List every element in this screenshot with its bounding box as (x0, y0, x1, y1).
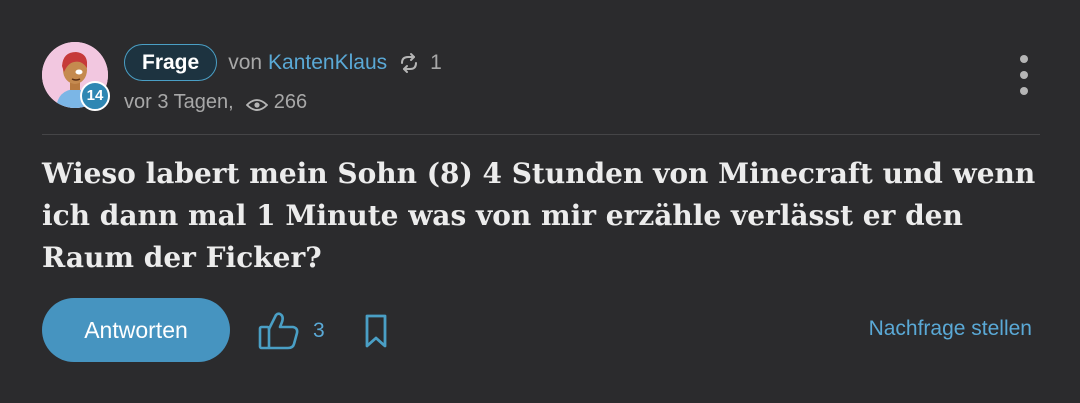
question-meta: Frage von KantenKlaus 1 (124, 42, 442, 83)
ask-followup-link[interactable]: Nachfrage stellen (869, 317, 1032, 341)
bookmark-icon (363, 314, 389, 353)
answer-button[interactable]: Antworten (42, 298, 230, 362)
like-button[interactable]: 3 (258, 311, 325, 351)
divider (42, 134, 1040, 135)
bookmark-button[interactable] (363, 313, 389, 349)
more-vertical-icon-dot (1020, 71, 1028, 79)
time-ago: vor 3 Tagen, (124, 90, 234, 113)
eye-icon (245, 95, 268, 111)
thumbs-up-icon (258, 311, 300, 351)
author-link[interactable]: KantenKlaus (268, 51, 387, 75)
more-vertical-icon (1020, 55, 1028, 63)
repost-icon (398, 52, 420, 74)
question-stats: vor 3 Tagen, 266 (124, 88, 307, 116)
more-options-button[interactable] (1010, 55, 1038, 95)
by-label: von (228, 50, 263, 74)
view-count: 266 (273, 90, 308, 113)
question-card: 14 Frage von KantenKlaus 1 vor 3 Tagen, … (0, 0, 1080, 403)
question-type-badge[interactable]: Frage (124, 44, 218, 81)
like-count: 3 (313, 319, 325, 342)
more-vertical-icon-dot (1020, 87, 1028, 95)
question-title[interactable]: Wieso labert mein Sohn (8) 4 Stunden von… (42, 153, 1042, 279)
level-badge: 14 (80, 81, 110, 111)
repost-count: 1 (430, 50, 442, 74)
